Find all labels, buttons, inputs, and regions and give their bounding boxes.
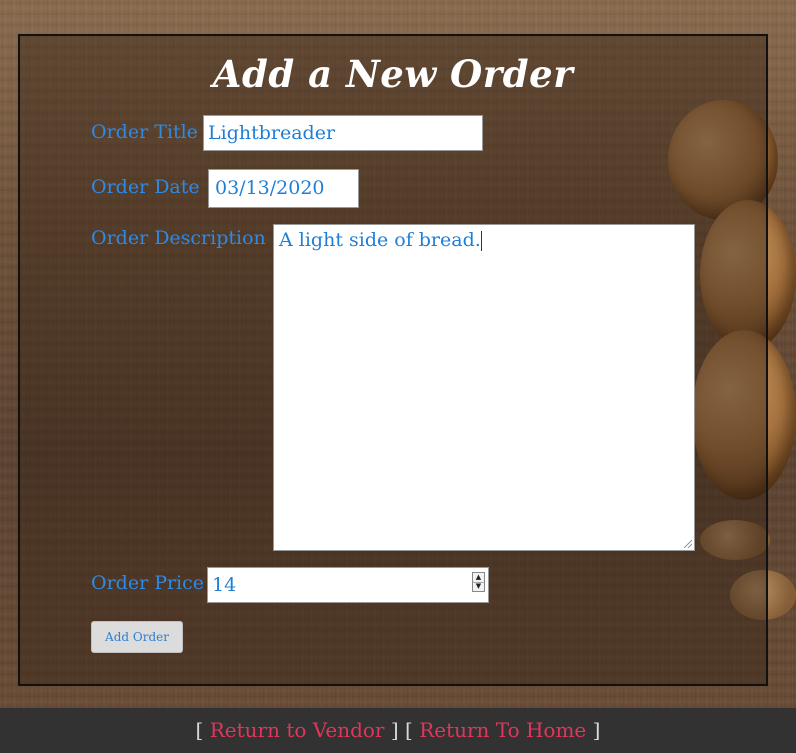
page-title: Add a New Order: [212, 52, 574, 96]
footer-nav: [ Return to Vendor ] [ Return To Home ]: [0, 708, 796, 753]
order-title-input[interactable]: Lightbreader: [203, 115, 483, 151]
order-description-label: Order Description: [91, 227, 266, 249]
order-price-input[interactable]: 14 ▲ ▼: [207, 567, 489, 603]
order-price-label: Order Price: [91, 572, 205, 594]
text-caret: [480, 231, 482, 251]
order-description-textarea[interactable]: A light side of bread.: [273, 224, 695, 551]
resize-handle-icon[interactable]: [684, 540, 692, 548]
order-date-label: Order Date: [91, 176, 200, 198]
return-to-home-link[interactable]: Return To Home: [419, 718, 586, 742]
chevron-down-icon[interactable]: ▼: [473, 582, 484, 591]
return-to-vendor-link[interactable]: Return to Vendor: [210, 718, 385, 742]
bracket-close: ]: [592, 718, 601, 742]
bracket-close: ]: [390, 718, 399, 742]
order-price-value: 14: [212, 574, 237, 596]
bracket-open: [: [195, 718, 204, 742]
bracket-open: [: [405, 718, 413, 742]
add-order-button[interactable]: Add Order: [91, 621, 183, 653]
order-description-text: A light side of bread.: [279, 229, 481, 251]
price-stepper[interactable]: ▲ ▼: [472, 572, 485, 592]
order-title-label: Order Title: [91, 121, 198, 143]
order-date-input[interactable]: 03/13/2020: [208, 169, 359, 208]
